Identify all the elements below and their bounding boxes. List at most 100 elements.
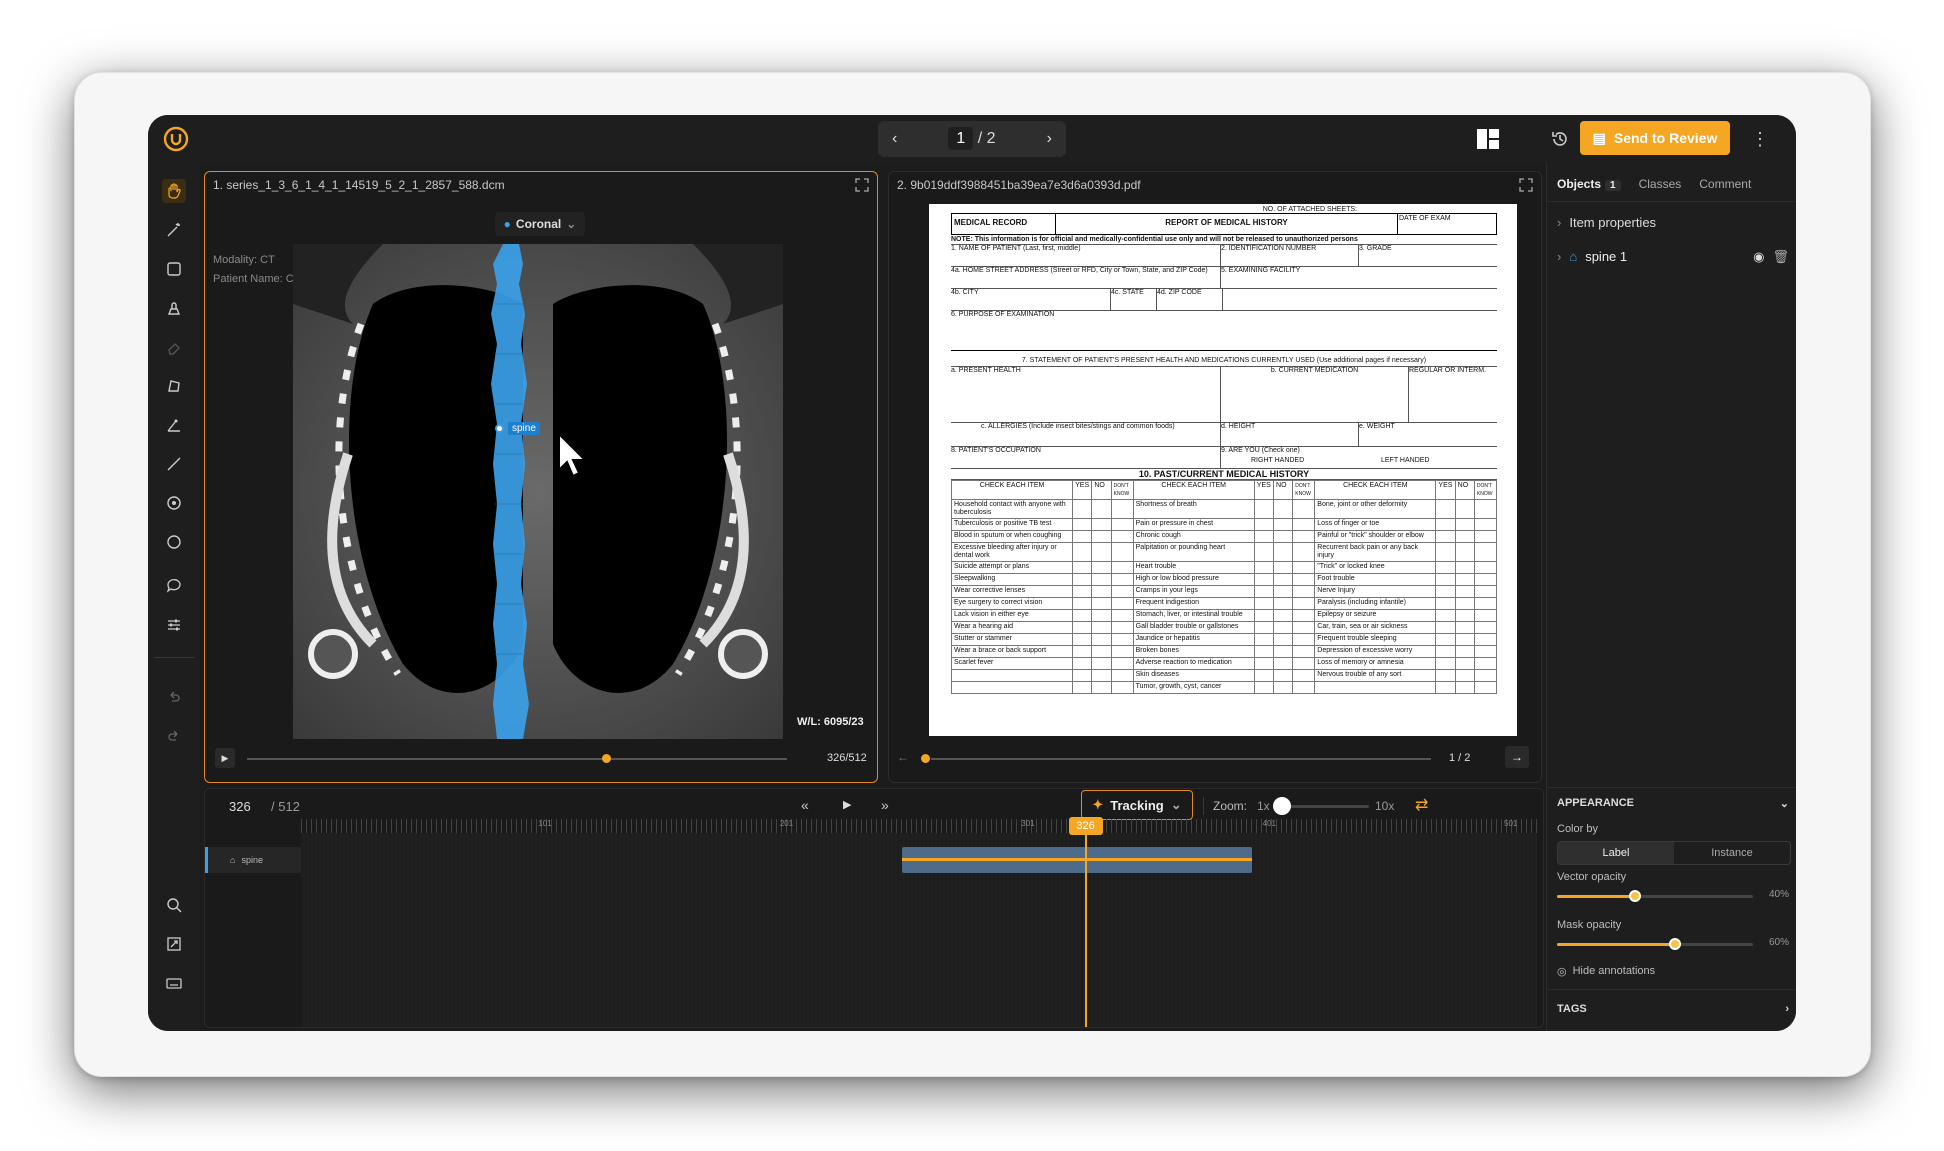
history-check-cell[interactable]: [1110, 518, 1134, 531]
history-check-cell[interactable]: [1473, 645, 1498, 658]
jump-forward-icon[interactable]: »: [881, 797, 889, 813]
play-button[interactable]: ▶: [215, 748, 235, 768]
eye-icon[interactable]: ◉: [1753, 249, 1764, 265]
history-check-cell[interactable]: [1072, 657, 1093, 670]
history-check-cell[interactable]: [1292, 645, 1316, 658]
history-check-cell[interactable]: [1292, 561, 1316, 574]
history-check-cell[interactable]: [1473, 657, 1498, 670]
spine-label-tag[interactable]: spine: [495, 422, 540, 435]
history-check-cell[interactable]: [1253, 621, 1275, 634]
search-icon[interactable]: [162, 893, 186, 917]
history-check-cell[interactable]: [1110, 621, 1134, 634]
history-check-cell[interactable]: [1292, 573, 1316, 586]
line-tool-icon[interactable]: [162, 452, 186, 476]
history-check-cell[interactable]: [1091, 681, 1112, 694]
history-check-cell[interactable]: [1273, 669, 1294, 682]
history-check-cell[interactable]: [1473, 681, 1498, 694]
history-check-cell[interactable]: [1091, 542, 1112, 562]
appearance-header[interactable]: APPEARANCE ⌄: [1557, 797, 1789, 810]
history-check-cell[interactable]: [1273, 499, 1294, 519]
rectangle-tool-icon[interactable]: [162, 257, 186, 281]
fit-screen-icon[interactable]: [162, 932, 186, 956]
history-check-cell[interactable]: [1253, 518, 1275, 531]
trash-icon[interactable]: 🗑: [1772, 249, 1789, 265]
expand-icon[interactable]: [1519, 178, 1533, 192]
history-check-cell[interactable]: [1091, 669, 1112, 682]
history-check-cell[interactable]: [1253, 657, 1275, 670]
frame-scrubber[interactable]: [247, 758, 787, 760]
history-check-cell[interactable]: [1454, 518, 1475, 531]
history-check-cell[interactable]: [1253, 633, 1275, 646]
history-check-cell[interactable]: [1435, 633, 1456, 646]
history-check-cell[interactable]: [1110, 573, 1134, 586]
history-check-cell[interactable]: [1110, 542, 1134, 562]
ct-viewer[interactable]: 1. series_1_3_6_1_4_1_14519_5_2_1_2857_5…: [204, 171, 878, 783]
history-check-cell[interactable]: [1292, 499, 1316, 519]
history-check-cell[interactable]: [1454, 499, 1475, 519]
history-check-cell[interactable]: [1473, 561, 1498, 574]
history-check-cell[interactable]: [1454, 621, 1475, 634]
history-check-cell[interactable]: [1435, 573, 1456, 586]
history-check-cell[interactable]: [1435, 657, 1456, 670]
adjust-sliders-icon[interactable]: [162, 613, 186, 637]
history-check-cell[interactable]: [1072, 621, 1093, 634]
history-check-cell[interactable]: [1072, 609, 1093, 622]
history-check-cell[interactable]: [1454, 561, 1475, 574]
color-by-toggle[interactable]: Label Instance: [1557, 841, 1791, 865]
history-check-cell[interactable]: [1454, 542, 1475, 562]
history-check-cell[interactable]: [1253, 609, 1275, 622]
history-check-cell[interactable]: [1454, 585, 1475, 598]
history-check-cell[interactable]: [1435, 530, 1456, 543]
history-check-cell[interactable]: [1473, 621, 1498, 634]
history-check-cell[interactable]: [1435, 681, 1456, 694]
eraser-tool-icon[interactable]: [162, 335, 186, 359]
history-check-cell[interactable]: [1292, 621, 1316, 634]
history-check-cell[interactable]: [1091, 573, 1112, 586]
color-by-label-option[interactable]: Label: [1558, 842, 1674, 864]
history-check-cell[interactable]: [1110, 633, 1134, 646]
tracking-button[interactable]: ✦ Tracking ⌄: [1081, 790, 1193, 820]
history-check-cell[interactable]: [1454, 669, 1475, 682]
history-check-cell[interactable]: [1473, 530, 1498, 543]
history-check-cell[interactable]: [1072, 585, 1093, 598]
history-check-cell[interactable]: [1435, 518, 1456, 531]
history-check-cell[interactable]: [1273, 573, 1294, 586]
hide-annotations-toggle[interactable]: ◎ Hide annotations: [1557, 965, 1655, 978]
history-check-cell[interactable]: [1110, 561, 1134, 574]
history-check-cell[interactable]: [1273, 561, 1294, 574]
history-check-cell[interactable]: [1473, 542, 1498, 562]
page-scrubber-knob[interactable]: [921, 754, 930, 763]
next-page-button[interactable]: →: [1505, 746, 1529, 768]
history-check-cell[interactable]: [1454, 597, 1475, 610]
mask-opacity-knob[interactable]: [1668, 938, 1681, 950]
history-check-cell[interactable]: [1435, 597, 1456, 610]
history-check-cell[interactable]: [1110, 681, 1134, 694]
history-icon[interactable]: [1548, 127, 1572, 151]
history-check-cell[interactable]: [1273, 621, 1294, 634]
history-check-cell[interactable]: [1454, 573, 1475, 586]
jump-back-icon[interactable]: «: [801, 797, 809, 813]
prev-item-icon[interactable]: ‹: [892, 130, 897, 148]
history-check-cell[interactable]: [1072, 542, 1093, 562]
history-check-cell[interactable]: [1435, 669, 1456, 682]
history-check-cell[interactable]: [1292, 609, 1316, 622]
history-check-cell[interactable]: [1473, 499, 1498, 519]
history-check-cell[interactable]: [1273, 681, 1294, 694]
history-check-cell[interactable]: [1435, 609, 1456, 622]
spine-mask[interactable]: [489, 244, 529, 739]
history-check-cell[interactable]: [1072, 645, 1093, 658]
point-tool-icon[interactable]: [162, 491, 186, 515]
history-check-cell[interactable]: [1454, 633, 1475, 646]
item-properties-row[interactable]: › Item properties: [1557, 215, 1656, 230]
orientation-select[interactable]: ● Coronal ⌄: [495, 212, 585, 236]
history-check-cell[interactable]: [1292, 669, 1316, 682]
history-check-cell[interactable]: [1110, 609, 1134, 622]
history-check-cell[interactable]: [1473, 518, 1498, 531]
history-check-cell[interactable]: [1435, 585, 1456, 598]
angle-tool-icon[interactable]: [162, 413, 186, 437]
history-check-cell[interactable]: [1273, 597, 1294, 610]
history-check-cell[interactable]: [1091, 561, 1112, 574]
history-check-cell[interactable]: [1110, 530, 1134, 543]
history-check-cell[interactable]: [1273, 530, 1294, 543]
history-check-cell[interactable]: [1253, 573, 1275, 586]
